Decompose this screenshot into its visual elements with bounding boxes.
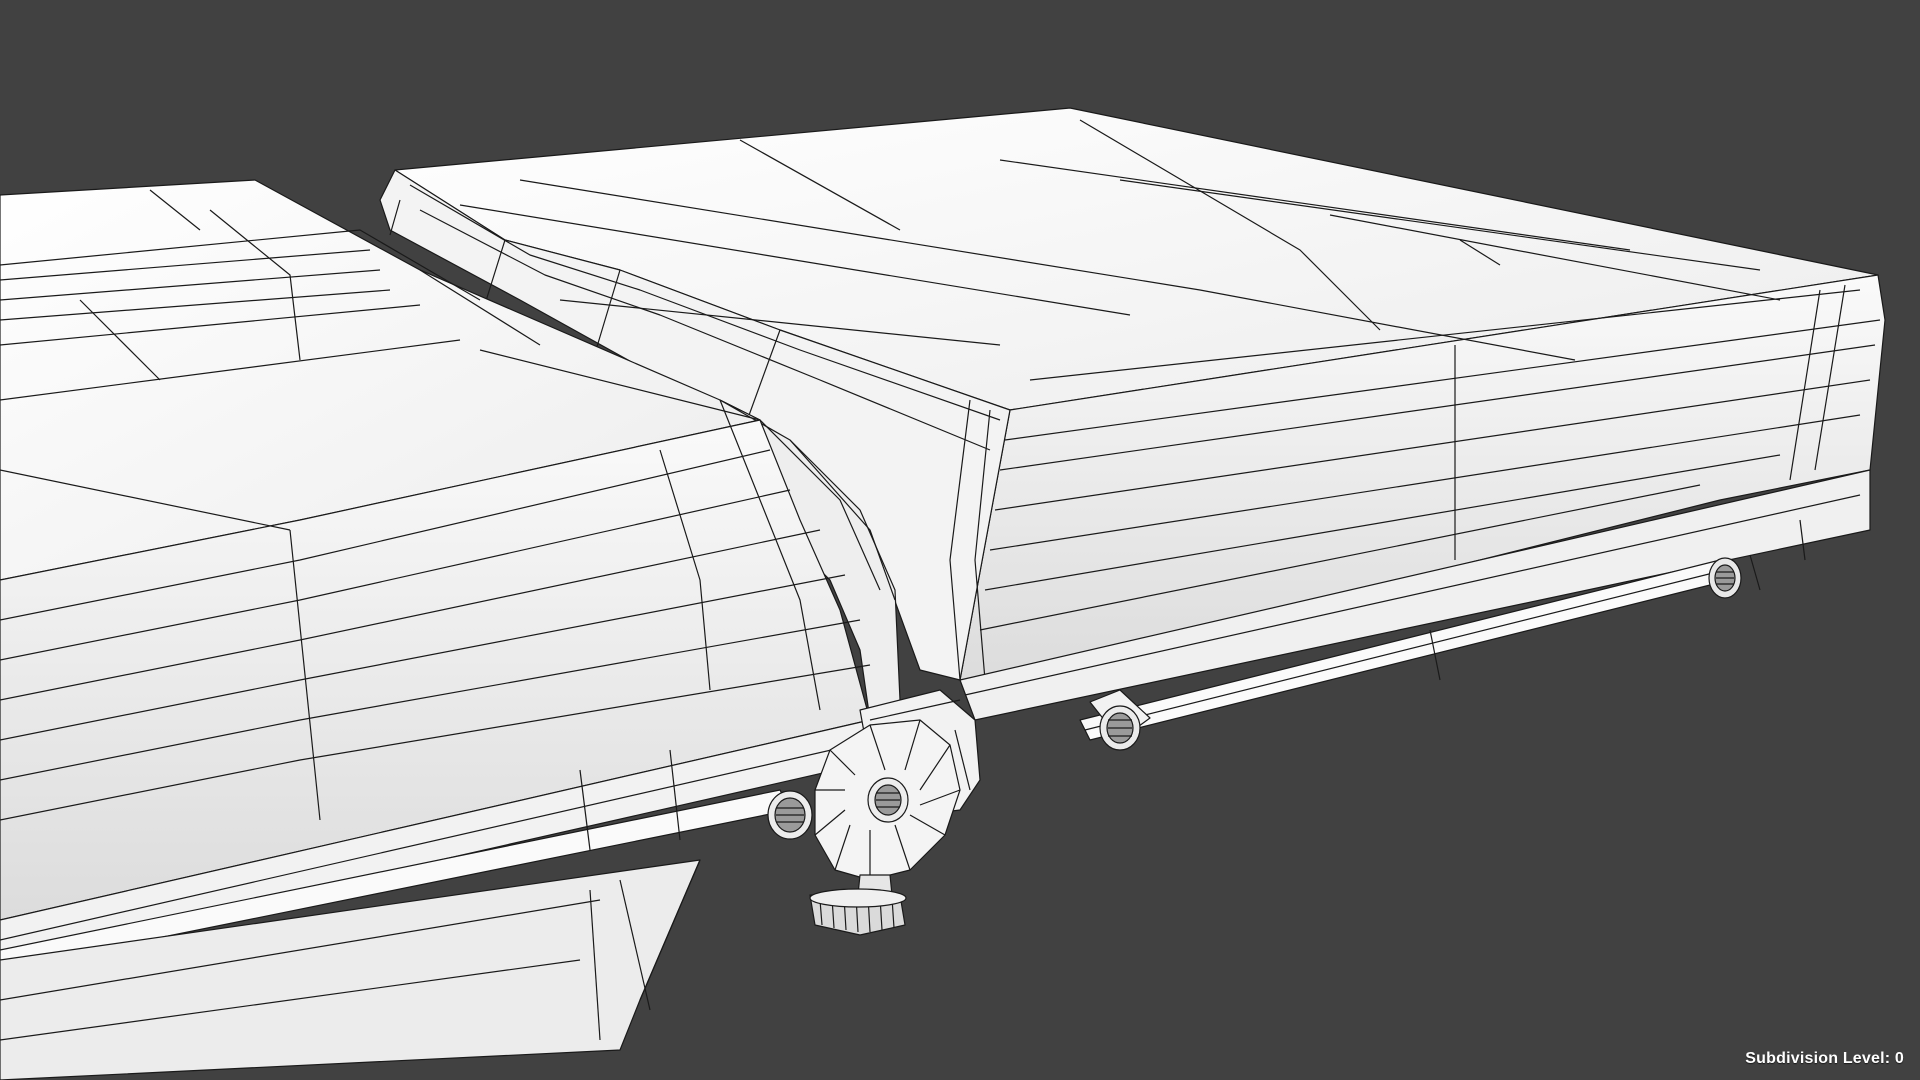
subdivision-level-label: Subdivision Level: 0 — [1745, 1050, 1904, 1067]
3d-viewport[interactable]: Subdivision Level: 0 — [0, 0, 1920, 1080]
wireframe-model — [0, 107, 1886, 1080]
adjustment-screw — [809, 874, 907, 936]
rail-knob-left — [767, 790, 813, 840]
